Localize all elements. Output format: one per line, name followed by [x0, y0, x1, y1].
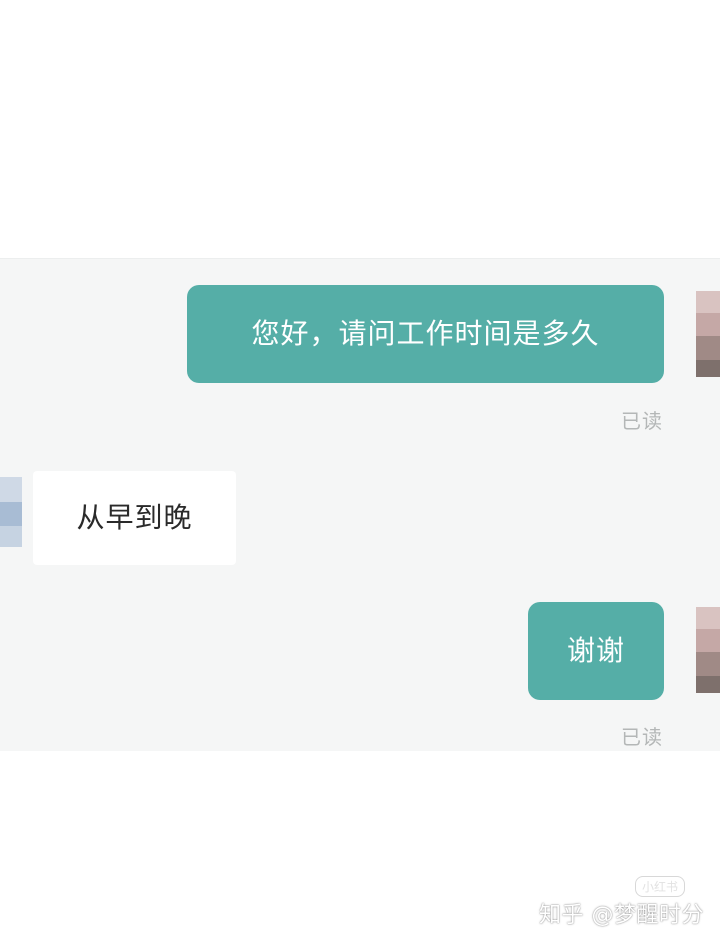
self-avatar-icon[interactable] [696, 607, 720, 693]
read-receipt: 已读 [621, 725, 663, 749]
self-avatar-icon[interactable] [696, 291, 720, 377]
read-receipt: 已读 [621, 409, 663, 433]
message-text: 谢谢 [566, 634, 625, 667]
message-bubble-sent[interactable]: 您好，请问工作时间是多久 [187, 285, 664, 383]
message-text: 从早到晚 [76, 501, 193, 534]
message-text: 您好，请问工作时间是多久 [251, 317, 600, 350]
message-list[interactable]: 您好，请问工作时间是多久 已读 从早到晚 谢谢 已读 [0, 258, 720, 751]
peer-avatar-icon[interactable] [0, 477, 22, 547]
message-bubble-received[interactable]: 从早到晚 [33, 471, 236, 565]
message-bubble-sent[interactable]: 谢谢 [528, 602, 664, 700]
chat-screenshot: 您好，请问工作时间是多久 已读 从早到晚 谢谢 已读 小红书 知乎 @梦醒时分 [0, 0, 720, 945]
watermark: 知乎 @梦醒时分 [539, 903, 704, 928]
platform-badge: 小红书 [635, 876, 686, 897]
